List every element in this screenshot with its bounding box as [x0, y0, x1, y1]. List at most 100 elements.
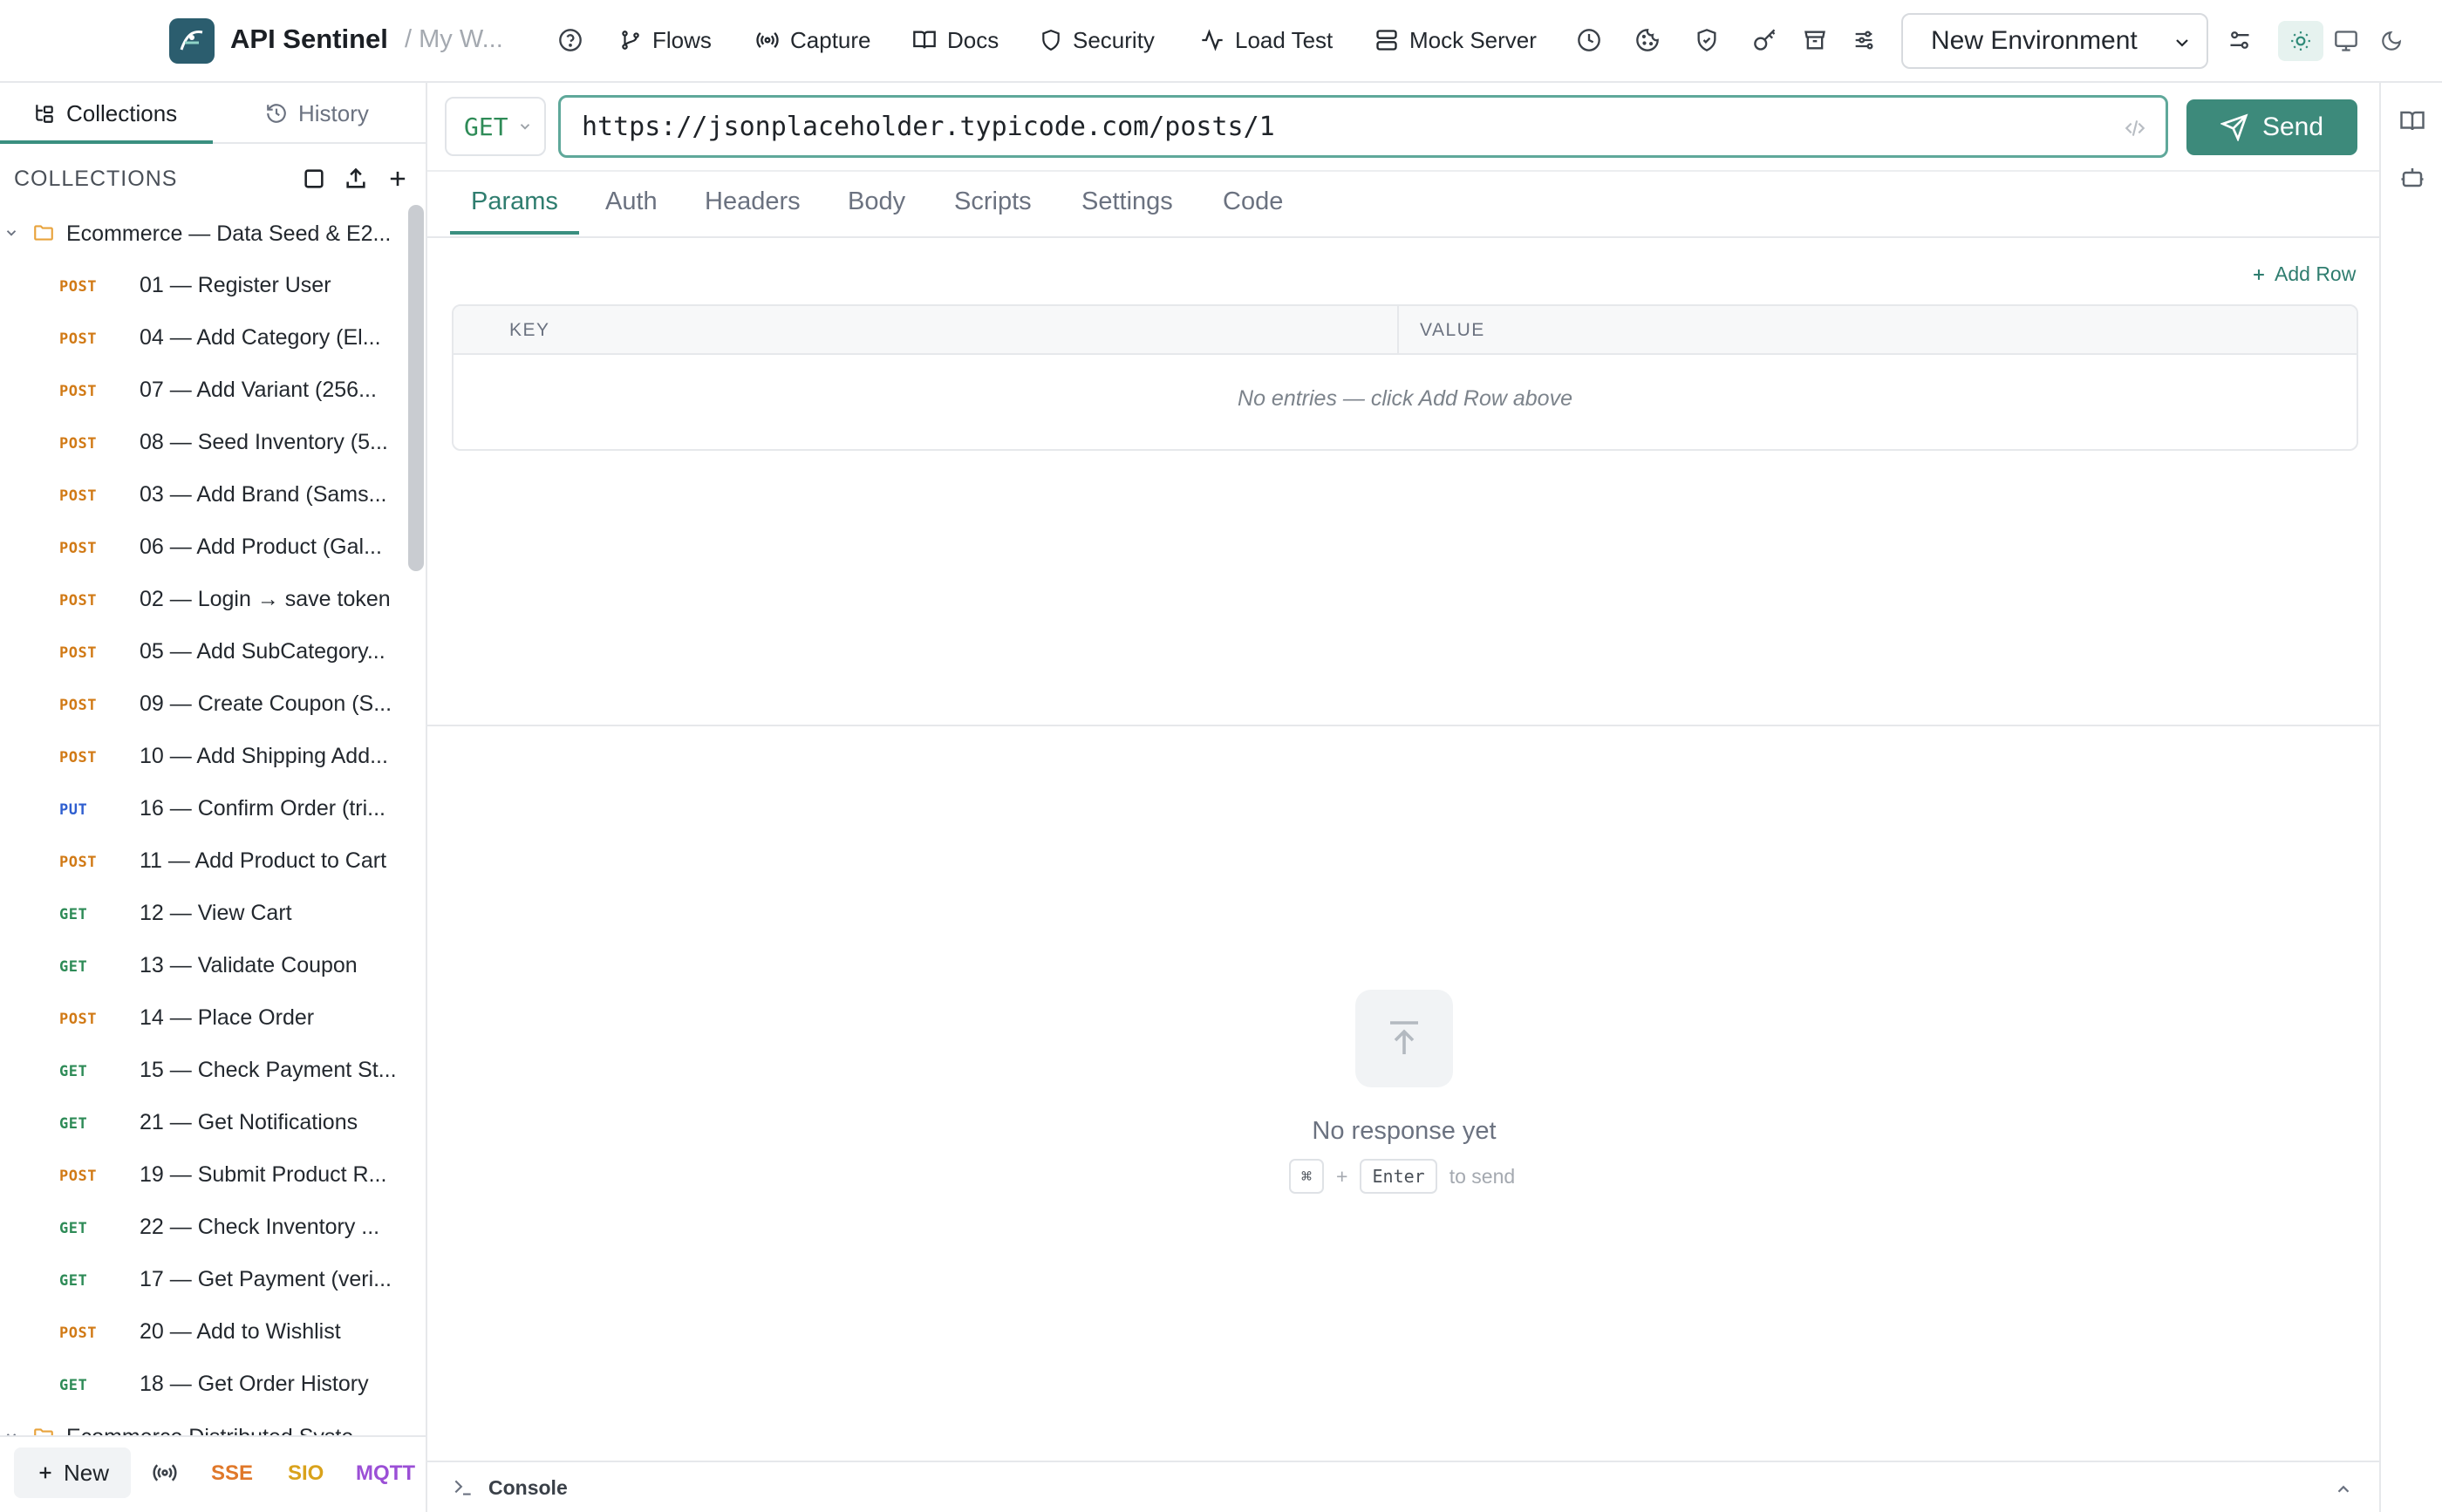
request-item[interactable]: GET 21 — Get Notifications	[0, 1096, 406, 1148]
nav-flows[interactable]: Flows	[619, 19, 712, 61]
request-method-badge: GET	[59, 1272, 88, 1290]
tab-settings[interactable]: Settings	[1081, 187, 1173, 216]
tab-history[interactable]: History	[265, 83, 369, 144]
panel-splitter[interactable]	[427, 725, 2379, 726]
request-item[interactable]: GET 15 — Check Payment St...	[0, 1044, 406, 1096]
request-item[interactable]: POST 06 — Add Product (Gal...	[0, 521, 406, 573]
request-item[interactable]: POST 07 — Add Variant (256...	[0, 364, 406, 416]
new-button[interactable]: New	[14, 1447, 131, 1498]
nav-mock-server[interactable]: Mock Server	[1374, 19, 1537, 61]
environment-select[interactable]: New Environment	[1901, 13, 2208, 69]
nav-capture[interactable]: Capture	[755, 19, 871, 61]
add-collection-icon[interactable]	[384, 165, 412, 193]
shield-check-icon[interactable]	[1689, 23, 1724, 58]
method-select[interactable]: GET	[445, 97, 546, 156]
websocket-icon[interactable]	[152, 1460, 178, 1486]
workspace-name[interactable]: / My W...	[405, 25, 503, 54]
request-item[interactable]: POST 09 — Create Coupon (S...	[0, 678, 406, 730]
request-item[interactable]: POST 14 — Place Order	[0, 991, 406, 1044]
chevron-down-icon	[2176, 39, 2188, 47]
nav-docs[interactable]: Docs	[912, 19, 999, 61]
request-list: POST 01 — Register User POST 04 — Add Categ…	[0, 259, 406, 1410]
column-divider	[1397, 306, 1399, 355]
monitor-icon[interactable]	[2323, 21, 2369, 61]
tab-params[interactable]: Params	[471, 187, 558, 216]
request-item[interactable]: POST 19 — Submit Product R...	[0, 1148, 406, 1201]
sun-icon[interactable]	[2278, 21, 2323, 61]
broadcast-icon	[756, 32, 779, 48]
environment-settings-icon[interactable]	[2222, 23, 2257, 58]
url-input[interactable]: https://jsonplaceholder.typicode.com/pos…	[558, 95, 2168, 158]
tab-collections[interactable]: Collections	[33, 83, 177, 144]
tab-auth[interactable]: Auth	[605, 187, 658, 216]
params-table-header: KEY VALUE	[454, 306, 2357, 355]
request-method-badge: GET	[59, 1063, 88, 1080]
add-row-button[interactable]: Add Row	[2250, 262, 2356, 286]
request-name: 10 — Add Shipping Add...	[140, 744, 388, 768]
request-method-badge: POST	[59, 854, 97, 871]
request-item[interactable]: POST 11 — Add Product to Cart	[0, 834, 406, 887]
app-logo[interactable]	[169, 18, 215, 64]
request-item[interactable]: POST 05 — Add SubCategory...	[0, 625, 406, 678]
console-bar[interactable]: Console	[427, 1461, 2379, 1512]
sse-button[interactable]: SSE	[211, 1461, 253, 1486]
book-open-icon[interactable]	[2398, 107, 2426, 135]
clock-icon[interactable]	[1572, 23, 1606, 58]
response-empty-title: No response yet	[1312, 1117, 1497, 1145]
request-item[interactable]: GET 13 — Validate Coupon	[0, 939, 406, 991]
chevron-up-icon[interactable]	[2334, 1480, 2353, 1499]
request-item[interactable]: GET 12 — View Cart	[0, 887, 406, 939]
tab-code[interactable]: Code	[1223, 187, 1283, 216]
request-method-badge: GET	[59, 1115, 88, 1133]
terminal-icon	[454, 1480, 471, 1495]
tab-headers[interactable]: Headers	[705, 187, 801, 216]
nav-security-label: Security	[1073, 26, 1155, 53]
help-icon[interactable]	[553, 23, 588, 58]
code-icon[interactable]	[2124, 117, 2146, 140]
request-method-badge: POST	[59, 540, 97, 557]
request-name: 06 — Add Product (Gal...	[140, 535, 382, 559]
tab-scripts[interactable]: Scripts	[954, 187, 1032, 216]
sidebar-scrollbar[interactable]	[408, 205, 424, 571]
bot-icon[interactable]	[2398, 163, 2426, 191]
collection-folder[interactable]: Ecommerce — Data Seed & E2...	[0, 207, 406, 259]
params-table: KEY VALUE No entries — click Add Row abo…	[452, 304, 2358, 451]
archive-icon[interactable]	[1797, 23, 1832, 58]
request-item[interactable]: POST 04 — Add Category (El...	[0, 311, 406, 364]
request-panel: GET https://jsonplaceholder.typicode.com…	[427, 83, 2379, 1512]
tab-history-label: History	[298, 99, 369, 126]
request-item[interactable]: POST 03 — Add Brand (Sams...	[0, 468, 406, 521]
method-select-value: GET	[464, 112, 508, 141]
request-item[interactable]: POST 01 — Register User	[0, 259, 406, 311]
mqtt-button[interactable]: MQTT	[356, 1461, 415, 1486]
sio-button[interactable]: SIO	[288, 1461, 324, 1486]
request-method-badge: GET	[59, 906, 88, 923]
active-tab-indicator	[0, 140, 213, 144]
git-branch-icon	[622, 31, 639, 50]
request-method-badge: POST	[59, 330, 97, 348]
key-icon[interactable]	[1748, 23, 1783, 58]
request-name: 01 — Register User	[140, 273, 331, 297]
cookie-icon[interactable]	[1630, 23, 1665, 58]
tab-body[interactable]: Body	[848, 187, 905, 216]
column-header-key: KEY	[509, 320, 550, 340]
request-item[interactable]: POST 10 — Add Shipping Add...	[0, 730, 406, 782]
sliders-icon[interactable]	[1846, 23, 1881, 58]
moon-icon[interactable]	[2369, 21, 2414, 61]
send-button[interactable]: Send	[2186, 99, 2357, 155]
request-item[interactable]: POST 08 — Seed Inventory (5...	[0, 416, 406, 468]
request-item[interactable]: PUT 16 — Confirm Order (tri...	[0, 782, 406, 834]
send-button-label: Send	[2261, 112, 2324, 141]
request-item[interactable]: POST 02 — Login → save token	[0, 573, 406, 625]
nav-load-test[interactable]: Load Test	[1200, 19, 1333, 61]
chevron-down-icon[interactable]	[3, 225, 19, 241]
request-item[interactable]: GET 17 — Get Payment (veri...	[0, 1253, 406, 1305]
import-icon[interactable]	[342, 165, 370, 193]
request-name: 21 — Get Notifications	[140, 1110, 358, 1134]
request-method-badge: POST	[59, 1325, 97, 1342]
request-item[interactable]: POST 20 — Add to Wishlist	[0, 1305, 406, 1358]
request-item[interactable]: GET 22 — Check Inventory ...	[0, 1201, 406, 1253]
request-item[interactable]: GET 18 — Get Order History	[0, 1358, 406, 1410]
select-square-icon[interactable]	[300, 165, 328, 193]
nav-security[interactable]: Security	[1040, 19, 1155, 61]
